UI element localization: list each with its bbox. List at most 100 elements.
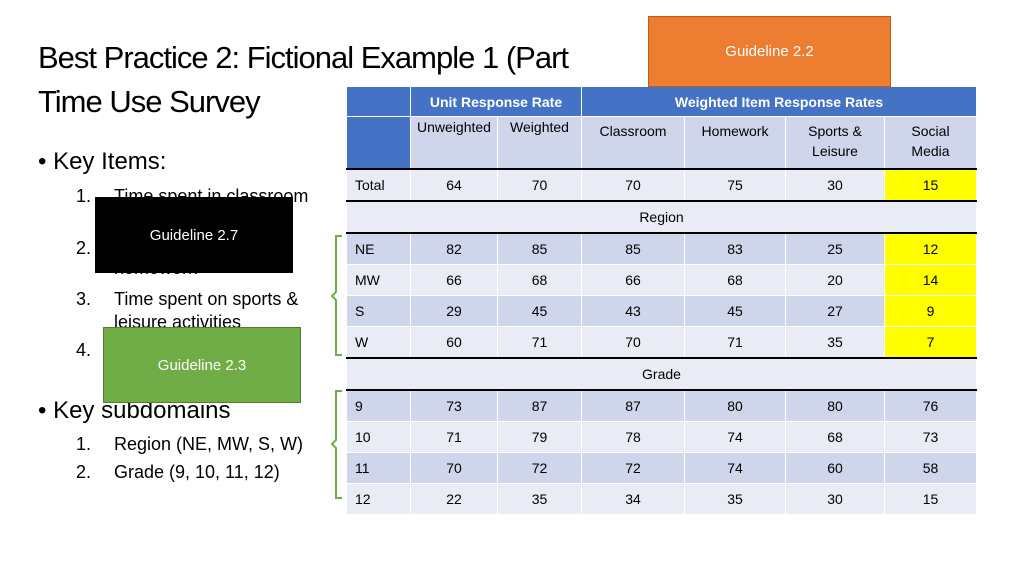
grade-brace-icon [330,390,342,499]
row-label: 11 [346,452,411,484]
region-brace-icon [330,235,342,356]
table-row: 9 73 87 87 80 80 76 [346,389,977,422]
table-cell: 20 [785,264,885,296]
table-cell: 79 [497,421,582,453]
table-cell: 76 [884,389,977,422]
corner-cell [346,116,411,170]
table-cell: 73 [884,421,977,453]
table-cell: 12 [884,232,977,265]
table-cell: 22 [410,483,498,515]
table-cell: 35 [684,483,786,515]
row-label: NE [346,232,411,265]
table-cell: 29 [410,295,498,327]
table-row: W 60 71 70 71 35 7 [346,326,977,359]
subdomain-item: 2. Grade (9, 10, 11, 12) [76,462,280,482]
table-cell: 66 [581,264,685,296]
table-cell: 74 [684,421,786,453]
guideline-2-3-callout: Guideline 2.3 [103,327,301,403]
table-cell: 74 [684,452,786,484]
table-cell: 60 [785,452,885,484]
row-label: S [346,295,411,327]
row-label: Total [346,168,411,202]
table-cell: 87 [581,389,685,422]
table-cell: 30 [785,483,885,515]
slide-title: Best Practice 2: Fictional Example 1 (Pa… [38,40,569,75]
column-header: Weighted [497,116,582,170]
table-cell: 71 [497,326,582,359]
section-row: Region [346,200,977,234]
section-row: Grade [346,357,977,391]
table-cell: 68 [785,421,885,453]
table-cell: 83 [684,232,786,265]
table-cell: 64 [410,168,498,202]
table-cell: 9 [884,295,977,327]
brace-icons [330,235,342,499]
table-row: Total 64 70 70 75 30 15 [346,168,977,202]
guideline-2-7-callout: Guideline 2.7 [95,197,293,273]
table-cell: 70 [581,168,685,202]
table-cell: 72 [497,452,582,484]
key-items-heading: • Key Items: [38,148,167,175]
table-cell: 66 [410,264,498,296]
column-header: Homework [684,116,786,170]
table-cell: 71 [410,421,498,453]
table-cell: 60 [410,326,498,359]
row-label: MW [346,264,411,296]
slide-subtitle: Time Use Survey [38,84,261,119]
corner-cell [346,86,411,117]
table-row: 11 70 72 72 74 60 58 [346,452,977,484]
section-label: Grade [346,357,977,391]
guideline-2-2-callout: Guideline 2.2 [648,16,891,87]
table-cell: 68 [684,264,786,296]
key-item: 3. Time spent on sports & [76,289,299,309]
table-cell: 35 [497,483,582,515]
table-cell: 14 [884,264,977,296]
table-row: 10 71 79 78 74 68 73 [346,421,977,453]
table-cell: 7 [884,326,977,359]
group-header: Weighted Item Response Rates [581,86,977,117]
table-cell: 30 [785,168,885,202]
table-cell: 82 [410,232,498,265]
group-header: Unit Response Rate [410,86,582,117]
slide: Best Practice 2: Fictional Example 1 (Pa… [0,0,1024,576]
table-cell: 34 [581,483,685,515]
row-label: 12 [346,483,411,515]
table-cell: 70 [581,326,685,359]
column-header: Sports & Leisure [785,116,885,170]
table-cell: 72 [581,452,685,484]
table-row: S 29 45 43 45 27 9 [346,295,977,327]
table-cell: 15 [884,168,977,202]
response-rate-table: Unit Response Rate Weighted Item Respons… [346,86,977,515]
section-label: Region [346,200,977,234]
table-cell: 71 [684,326,786,359]
subdomain-item: 1. Region (NE, MW, S, W) [76,434,304,454]
table-cell: 45 [497,295,582,327]
row-label: 10 [346,421,411,453]
table-cell: 27 [785,295,885,327]
table-cell: 75 [684,168,786,202]
table-cell: 85 [497,232,582,265]
table-cell: 80 [785,389,885,422]
table-row: NE 82 85 85 83 25 12 [346,232,977,265]
table-cell: 15 [884,483,977,515]
table-cell: 78 [581,421,685,453]
table-cell: 45 [684,295,786,327]
row-label: W [346,326,411,359]
table-row: 12 22 35 34 35 30 15 [346,483,977,515]
table-cell: 70 [410,452,498,484]
table-cell: 70 [497,168,582,202]
table-cell: 68 [497,264,582,296]
row-label: 9 [346,389,411,422]
table-cell: 73 [410,389,498,422]
table-cell: 80 [684,389,786,422]
column-header: Classroom [581,116,685,170]
column-header: Unweighted [410,116,498,170]
table-cell: 25 [785,232,885,265]
table-cell: 85 [581,232,685,265]
table-cell: 43 [581,295,685,327]
table-cell: 58 [884,452,977,484]
table-row: MW 66 68 66 68 20 14 [346,264,977,296]
table-cell: 35 [785,326,885,359]
table-cell: 87 [497,389,582,422]
column-header: Social Media [884,116,977,170]
